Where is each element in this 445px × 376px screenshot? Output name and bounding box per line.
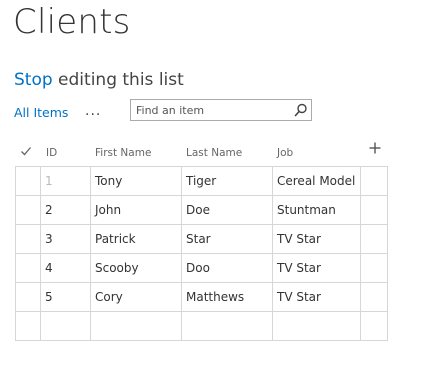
- table-row: 5 Cory Matthews TV Star: [15, 282, 388, 312]
- column-header-id[interactable]: ID: [46, 144, 57, 162]
- search-input[interactable]: [136, 102, 286, 118]
- checkmark-icon[interactable]: [20, 145, 32, 157]
- cell-first-name[interactable]: Patrick: [90, 224, 182, 254]
- cell-job[interactable]: [272, 311, 361, 341]
- page-title: Clients: [13, 2, 131, 42]
- cell-extra[interactable]: [360, 166, 388, 196]
- cell-last-name[interactable]: [181, 311, 273, 341]
- cell-first-name[interactable]: Scooby: [90, 253, 182, 283]
- cell-job[interactable]: Stuntman: [272, 195, 361, 225]
- cell-first-name[interactable]: Tony: [90, 166, 182, 196]
- cell-extra[interactable]: [360, 195, 388, 225]
- table-row-new: [15, 311, 388, 341]
- column-header-last-name[interactable]: Last Name: [186, 144, 242, 162]
- cell-last-name[interactable]: Doo: [181, 253, 273, 283]
- cell-id: 2: [40, 195, 91, 225]
- list-grid: 1 Tony Tiger Cereal Model 2 John Doe Stu…: [15, 166, 388, 341]
- row-select-cell[interactable]: [15, 224, 41, 254]
- cell-job[interactable]: TV Star: [272, 224, 361, 254]
- cell-extra[interactable]: [360, 253, 388, 283]
- table-row: 4 Scooby Doo TV Star: [15, 253, 388, 283]
- edit-mode-banner: Stop editing this list: [14, 68, 184, 92]
- row-select-cell[interactable]: [15, 311, 41, 341]
- cell-first-name[interactable]: [90, 311, 182, 341]
- table-row: 2 John Doe Stuntman: [15, 195, 388, 225]
- cell-last-name[interactable]: Star: [181, 224, 273, 254]
- cell-last-name[interactable]: Tiger: [181, 166, 273, 196]
- row-select-cell[interactable]: [15, 282, 41, 312]
- plus-icon[interactable]: [368, 141, 382, 155]
- cell-id: 5: [40, 282, 91, 312]
- cell-first-name[interactable]: Cory: [90, 282, 182, 312]
- cell-id: [40, 311, 91, 341]
- search-box: [130, 99, 312, 121]
- row-select-cell[interactable]: [15, 253, 41, 283]
- cell-job[interactable]: Cereal Model: [272, 166, 361, 196]
- edit-mode-text: editing this list: [52, 70, 184, 90]
- cell-extra[interactable]: [360, 311, 388, 341]
- cell-id: 4: [40, 253, 91, 283]
- cell-last-name[interactable]: Doe: [181, 195, 273, 225]
- view-all-items-link[interactable]: All Items: [14, 105, 68, 120]
- column-header-job[interactable]: Job: [277, 144, 293, 162]
- cell-last-name[interactable]: Matthews: [181, 282, 273, 312]
- cell-first-name[interactable]: John: [90, 195, 182, 225]
- table-row: 3 Patrick Star TV Star: [15, 224, 388, 254]
- cell-extra[interactable]: [360, 282, 388, 312]
- cell-job[interactable]: TV Star: [272, 253, 361, 283]
- cell-job[interactable]: TV Star: [272, 282, 361, 312]
- stop-editing-link[interactable]: Stop: [14, 70, 53, 90]
- cell-id: 1: [40, 166, 91, 196]
- row-select-cell[interactable]: [15, 166, 41, 196]
- row-select-cell[interactable]: [15, 195, 41, 225]
- search-icon[interactable]: [294, 103, 308, 117]
- cell-id: 3: [40, 224, 91, 254]
- view-selector: All Items: [14, 103, 68, 121]
- column-header-first-name[interactable]: First Name: [95, 144, 151, 162]
- more-views-button[interactable]: ...: [85, 104, 101, 118]
- cell-extra[interactable]: [360, 224, 388, 254]
- table-row: 1 Tony Tiger Cereal Model: [15, 166, 388, 196]
